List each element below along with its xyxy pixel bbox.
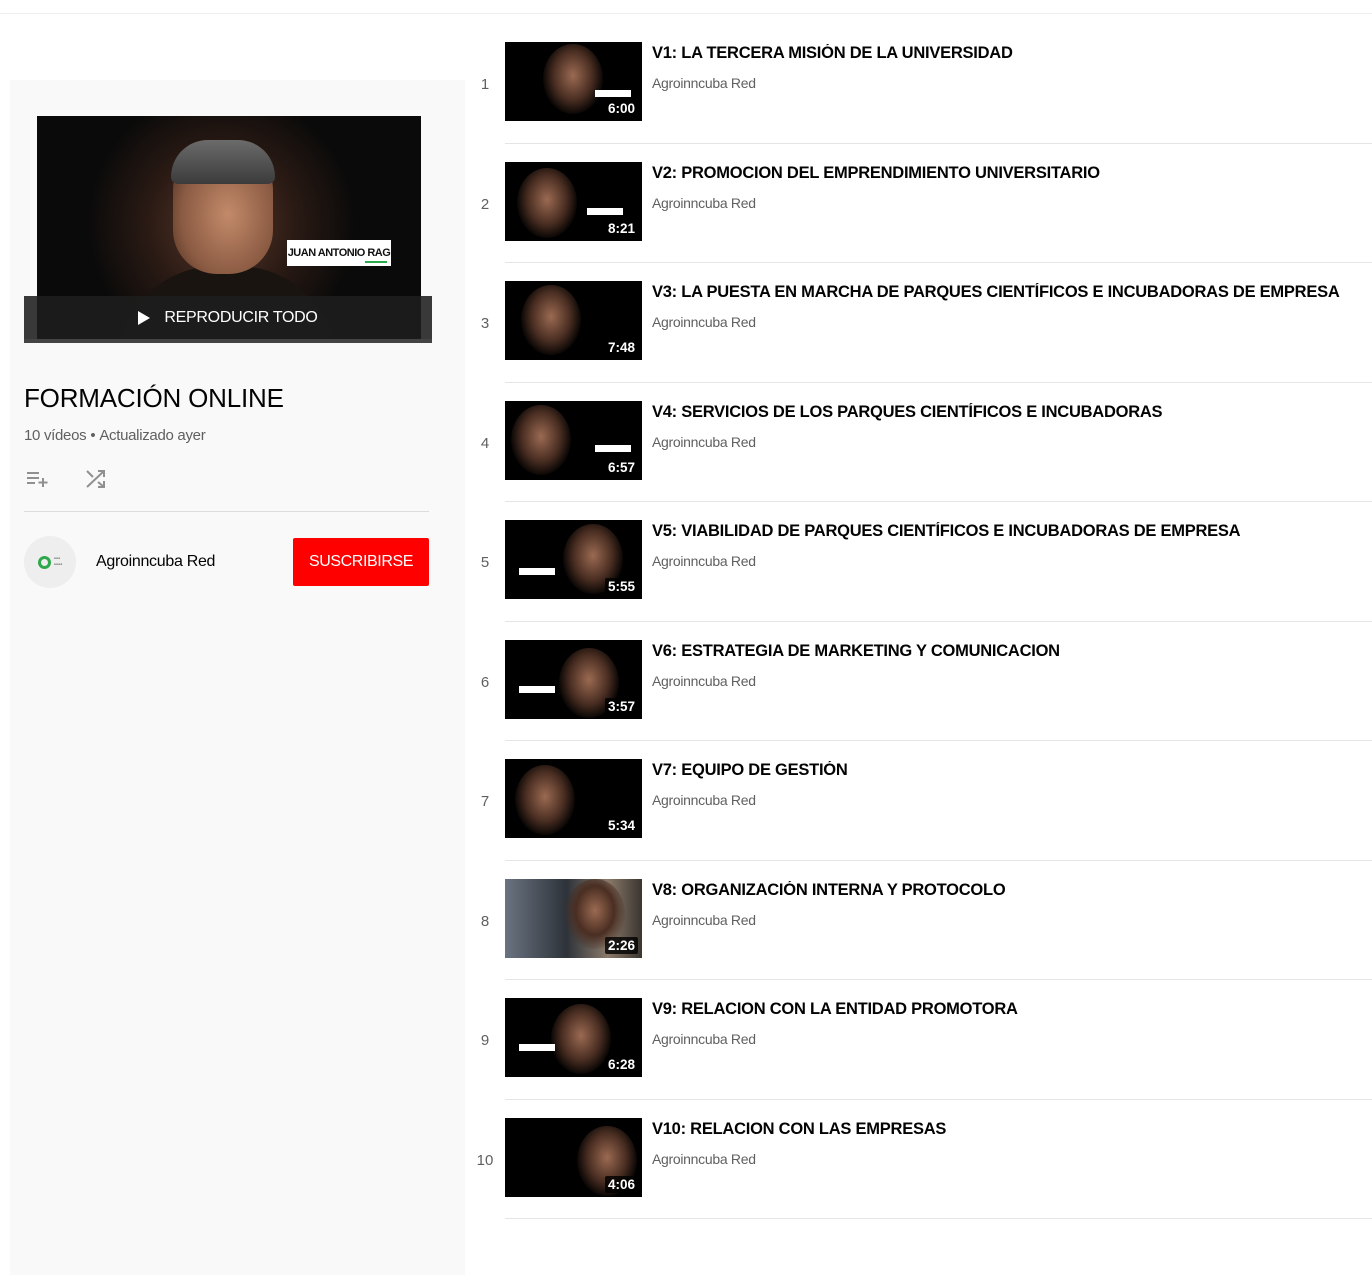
video-info: V2: PROMOCION DEL EMPRENDIMIENTO UNIVERS… [652,164,1372,211]
video-duration: 6:28 [604,1056,638,1073]
video-index: 9 [480,1032,490,1049]
video-title[interactable]: V6: ESTRATEGIA DE MARKETING Y COMUNICACI… [652,642,1372,661]
playlist-hero-thumbnail[interactable]: JUAN ANTONIO RAG REPRODUCIR TODO [24,116,432,343]
video-channel[interactable]: Agroinncuba Red [652,434,1372,450]
video-duration: 2:26 [604,936,638,954]
video-duration: 5:55 [604,578,638,595]
channel-name[interactable]: Agroinncuba Red [96,553,293,571]
video-thumbnail[interactable]: 5:34 [505,759,642,838]
video-index: 1 [480,76,490,93]
video-title[interactable]: V2: PROMOCION DEL EMPRENDIMIENTO UNIVERS… [652,164,1372,183]
playlist-title: FORMACIÓN ONLINE [24,383,284,413]
video-duration: 3:57 [604,697,638,715]
video-info: V10: RELACION CON LAS EMPRESAS Agroinncub… [652,1120,1372,1167]
hero-name-tag: JUAN ANTONIO RAG [287,240,391,266]
video-channel[interactable]: Agroinncuba Red [652,314,1372,330]
playlist-video-list: 1 6:00 V1: LA TERCERA MISIÓN DE LA UNIVERS… [465,24,1372,1219]
video-channel[interactable]: Agroinncuba Red [652,1151,1372,1167]
video-index: 2 [480,195,490,213]
play-all-label: REPRODUCIR TODO [164,308,318,326]
playlist-video-row[interactable]: 4 6:57 V4: SERVICIOS DE LOS PARQUES CIENTÍ… [481,383,1372,502]
playlist-actions [24,466,110,492]
video-duration: 7:48 [604,339,638,356]
video-thumbnail[interactable]: 7:48 [505,281,642,360]
video-thumbnail[interactable]: 4:06 [505,1117,642,1197]
video-duration: 4:06 [604,1175,638,1193]
video-title[interactable]: V8: ORGANIZACIÓN INTERNA Y PROTOCOLO [652,881,1372,900]
video-channel[interactable]: Agroinncuba Red [652,195,1372,211]
video-thumbnail[interactable]: 6:00 [505,42,642,121]
video-thumbnail[interactable]: 3:57 [505,639,642,719]
video-thumbnail[interactable]: 8:21 [505,161,642,241]
playlist-sidebar: JUAN ANTONIO RAG REPRODUCIR TODO FORMACI… [10,80,465,1275]
video-title[interactable]: V4: SERVICIOS DE LOS PARQUES CIENTÍFICOS… [652,403,1372,422]
video-thumbnail[interactable]: 5:55 [505,520,642,599]
video-info: V9: RELACION CON LA ENTIDAD PROMOTORA Agr… [652,1000,1372,1047]
video-index: 3 [480,315,490,332]
subscribe-button[interactable]: SUSCRIBIRSE [293,538,429,586]
video-title[interactable]: V5: VIABILIDAD DE PARQUES CIENTÍFICOS E … [652,522,1372,541]
play-all-button[interactable]: REPRODUCIR TODO [24,296,432,343]
video-title[interactable]: V3: LA PUESTA EN MARCHA DE PARQUES CIENT… [652,283,1372,302]
playlist-meta: 10 vídeos • Actualizado ayer [24,427,206,444]
add-to-queue-icon[interactable] [24,466,52,492]
video-title[interactable]: V7: EQUIPO DE GESTIÓN [652,761,1372,780]
playlist-video-row[interactable]: 9 6:28 V9: RELACION CON LA ENTIDAD PROMOTO… [481,980,1372,1100]
video-channel[interactable]: Agroinncuba Red [652,75,1372,91]
playlist-video-row[interactable]: 10 4:06 V10: RELACION CON LAS EMPRESAS Agro… [477,1100,1372,1219]
channel-avatar[interactable]: ▪▪▪ ▪▪▪▪ [24,536,76,588]
video-count: 10 vídeos [24,427,87,444]
video-info: V4: SERVICIOS DE LOS PARQUES CIENTÍFICOS… [652,403,1372,450]
video-title[interactable]: V9: RELACION CON LA ENTIDAD PROMOTORA [652,1000,1372,1019]
video-index: 7 [480,793,490,810]
video-info: V1: LA TERCERA MISIÓN DE LA UNIVERSIDAD A… [652,44,1372,91]
video-info: V7: EQUIPO DE GESTIÓN Agroinncuba Red [652,761,1372,808]
top-bar [0,0,1372,14]
video-info: V8: ORGANIZACIÓN INTERNA Y PROTOCOLO Agro… [652,881,1372,928]
video-channel[interactable]: Agroinncuba Red [652,912,1372,928]
shuffle-icon[interactable] [82,466,110,492]
video-channel[interactable]: Agroinncuba Red [652,673,1372,689]
video-channel[interactable]: Agroinncuba Red [652,553,1372,569]
updated-label: Actualizado ayer [99,427,206,444]
video-title[interactable]: V10: RELACION CON LAS EMPRESAS [652,1120,1372,1139]
playlist-video-row[interactable]: 6 3:57 V6: ESTRATEGIA DE MARKETING Y COMUN… [481,622,1372,741]
channel-owner: ▪▪▪ ▪▪▪▪ Agroinncuba Red SUSCRIBIRSE [24,535,429,589]
play-icon [138,310,151,325]
video-thumbnail[interactable]: 2:26 [505,878,642,958]
playlist-video-row[interactable]: 8 2:26 V8: ORGANIZACIÓN INTERNA Y PROTOCOL… [481,861,1372,980]
sidebar-divider [24,511,429,512]
video-index: 5 [480,554,490,571]
video-info: V3: LA PUESTA EN MARCHA DE PARQUES CIENT… [652,283,1372,330]
playlist-video-row[interactable]: 1 6:00 V1: LA TERCERA MISIÓN DE LA UNIVERS… [481,24,1372,144]
playlist-video-row[interactable]: 5 5:55 V5: VIABILIDAD DE PARQUES CIENTÍFIC… [481,502,1372,622]
video-duration: 8:21 [604,219,638,237]
video-title[interactable]: V1: LA TERCERA MISIÓN DE LA UNIVERSIDAD [652,44,1372,63]
video-index: 4 [480,434,490,452]
meta-separator: • [90,427,96,444]
video-thumbnail[interactable]: 6:57 [505,400,642,480]
video-duration: 6:00 [604,100,638,117]
video-index: 8 [480,912,490,930]
video-duration: 5:34 [604,817,638,834]
video-index: 6 [480,673,490,691]
playlist-video-row[interactable]: 7 5:34 V7: EQUIPO DE GESTIÓN Agroinncuba Re… [481,741,1372,861]
video-channel[interactable]: Agroinncuba Red [652,792,1372,808]
video-info: V6: ESTRATEGIA DE MARKETING Y COMUNICACI… [652,642,1372,689]
video-index: 10 [476,1151,494,1169]
playlist-video-row[interactable]: 3 7:48 V3: LA PUESTA EN MARCHA DE PARQUES … [481,263,1372,383]
video-thumbnail[interactable]: 6:28 [505,998,642,1077]
playlist-video-row[interactable]: 2 8:21 V2: PROMOCION DEL EMPRENDIMIENTO UN… [481,144,1372,263]
video-channel[interactable]: Agroinncuba Red [652,1031,1372,1047]
video-info: V5: VIABILIDAD DE PARQUES CIENTÍFICOS E … [652,522,1372,569]
video-duration: 6:57 [604,458,638,476]
